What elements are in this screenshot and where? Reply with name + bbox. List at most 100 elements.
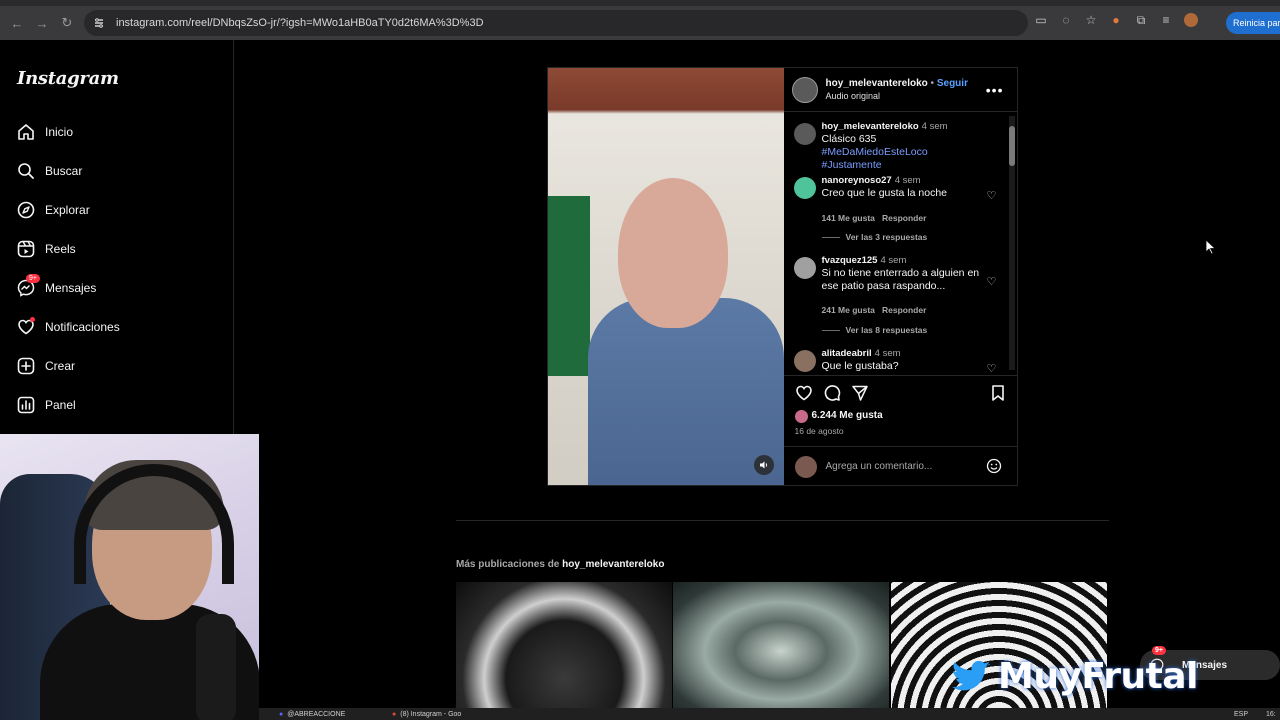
extension-orange-icon[interactable]: ● <box>1109 13 1123 27</box>
eye-off-icon[interactable]: ◌ <box>1059 13 1073 27</box>
extensions-icon[interactable]: ⧉ <box>1134 13 1148 27</box>
taskbar-clock[interactable]: 16: <box>1266 709 1276 720</box>
sidebar-item-notificaciones[interactable]: Notificaciones <box>16 315 120 339</box>
instagram-logo[interactable]: Instagram <box>17 68 119 89</box>
comment-username[interactable]: fvazquez125 <box>822 255 878 266</box>
comment-item: nanoreynoso27 4 sem Creo que le gusta la … <box>793 175 999 255</box>
comments-list[interactable]: hoy_melevantereloko 4 sem Clásico 635 #Me… <box>784 113 1018 375</box>
taskbar-chrome[interactable]: ● (8) Instagram - Goo <box>392 709 461 720</box>
save-bookmark-icon[interactable] <box>989 384 1007 402</box>
comment-username[interactable]: alitadeabril <box>822 348 872 359</box>
audio-link[interactable]: Audio original <box>826 91 881 101</box>
messages-badge: 9+ <box>1152 646 1166 655</box>
address-bar[interactable]: instagram.com/reel/DNbqsZsO-jr/?igsh=MWo… <box>84 10 1028 36</box>
comment-text: Creo que le gusta la noche <box>821 187 948 199</box>
reel-post: hoy_melevantereloko • Seguir Audio origi… <box>547 67 1018 486</box>
like-heart-icon[interactable] <box>795 384 813 402</box>
restart-button[interactable]: Reinicia para <box>1226 12 1280 34</box>
reels-icon <box>16 239 36 259</box>
reload-button[interactable]: ↻ <box>56 12 78 34</box>
comment-item: fvazquez125 4 sem Si no tiene enterrado a… <box>793 255 999 335</box>
reading-list-icon[interactable]: ≡ <box>1159 13 1173 27</box>
speaker-icon <box>759 461 767 469</box>
share-send-icon[interactable] <box>851 384 869 402</box>
more-post-thumbnail[interactable] <box>456 582 672 720</box>
comment-text: Si no tiene enterrado a alguien en ese p… <box>821 267 980 292</box>
twitter-bird-icon <box>952 660 991 690</box>
comment-like-heart-icon[interactable]: ♡ <box>987 189 999 202</box>
comment-avatar[interactable] <box>793 177 816 199</box>
sidebar-item-label: Mensajes <box>45 281 97 295</box>
stream-watermark: MuyFrutal <box>952 656 1198 697</box>
sidebar-item-label: Notificaciones <box>45 320 120 334</box>
comment-likes[interactable]: 141 Me gusta <box>822 213 875 223</box>
more-options-icon[interactable]: ••• <box>986 82 1004 98</box>
comment-text: Que le gustaba? <box>821 360 899 372</box>
more-posts-username[interactable]: hoy_melevantereloko <box>562 559 664 570</box>
reply-button[interactable]: Responder <box>882 213 926 223</box>
comment-item: alitadeabril 4 sem Que le gustaba? ♡ <box>793 348 999 375</box>
profile-avatar[interactable] <box>1184 13 1198 27</box>
more-post-thumbnail[interactable] <box>673 582 889 720</box>
comment-like-heart-icon[interactable]: ♡ <box>987 362 999 375</box>
comment-input[interactable]: Agrega un comentario... <box>826 461 933 472</box>
mute-button[interactable] <box>753 455 774 475</box>
more-posts-heading: Más publicaciones de hoy_melevantereloko <box>456 559 665 570</box>
os-taskbar: ● @ABREACCIONE ● (8) Instagram - Goo ESP 1… <box>259 708 1280 720</box>
comment-avatar[interactable] <box>793 350 816 372</box>
sidebar-item-label: Explorar <box>45 203 90 217</box>
search-icon <box>16 161 36 181</box>
cast-icon[interactable]: ▭ <box>1034 13 1048 27</box>
sidebar-item-label: Reels <box>45 242 76 256</box>
comment-likes[interactable]: 241 Me gusta <box>822 305 875 315</box>
hashtag-link[interactable]: #MeDaMiedoEsteLoco <box>822 146 928 158</box>
messages-badge: 9+ <box>26 274 40 283</box>
sidebar-item-label: Panel <box>45 398 76 412</box>
comment-like-heart-icon[interactable]: ♡ <box>987 275 999 288</box>
mouse-cursor-icon <box>1205 239 1215 255</box>
more-post-thumbnail[interactable] <box>891 582 1107 720</box>
sidebar-item-label: Buscar <box>45 164 83 178</box>
sidebar-item-inicio[interactable]: Inicio <box>16 120 73 144</box>
taskbar-discord[interactable]: ● @ABREACCIONE <box>279 709 345 720</box>
comments-scrollbar[interactable] <box>1009 116 1015 370</box>
sidebar-item-buscar[interactable]: Buscar <box>16 159 82 183</box>
caption: hoy_melevantereloko 4 sem Clásico 635 #Me… <box>793 121 999 171</box>
forward-button[interactable]: → <box>31 12 53 34</box>
hashtag-link[interactable]: #Justamente <box>822 159 882 171</box>
author-avatar[interactable] <box>791 77 818 103</box>
sidebar-item-reels[interactable]: Reels <box>16 237 76 261</box>
comment-avatar[interactable] <box>793 257 816 279</box>
site-info-icon[interactable] <box>92 16 106 30</box>
view-replies-button[interactable]: Ver las 3 respuestas <box>821 232 927 242</box>
current-user-avatar <box>794 456 817 478</box>
comment-username[interactable]: nanoreynoso27 <box>822 175 892 186</box>
view-replies-button[interactable]: Ver las 8 respuestas <box>821 325 927 335</box>
reel-video[interactable] <box>548 68 784 485</box>
follow-button[interactable]: Seguir <box>937 78 968 89</box>
browser-toolbar: ← → ↻ instagram.com/reel/DNbqsZsO-jr/?ig… <box>0 6 1280 40</box>
reply-button[interactable]: Responder <box>882 305 926 315</box>
chart-icon <box>16 395 36 415</box>
back-button[interactable]: ← <box>6 12 28 34</box>
sidebar-item-label: Crear <box>45 359 76 373</box>
post-actions: 6.244 Me gusta 16 de agosto <box>783 375 1018 445</box>
sidebar-item-crear[interactable]: Crear <box>16 354 75 378</box>
section-divider <box>456 520 1109 521</box>
emoji-icon[interactable] <box>986 458 1002 474</box>
compass-icon <box>16 200 36 220</box>
bookmark-star-icon[interactable]: ☆ <box>1084 13 1098 27</box>
comment-bubble-icon[interactable] <box>823 384 841 402</box>
messenger-icon: 9+ <box>16 274 40 298</box>
sidebar-item-panel[interactable]: Panel <box>16 393 76 417</box>
liker-avatar <box>794 410 808 423</box>
sidebar-item-mensajes[interactable]: 9+ Mensajes <box>16 274 97 300</box>
streamer-webcam <box>0 434 259 720</box>
author-username[interactable]: hoy_melevantereloko <box>826 78 928 89</box>
taskbar-language[interactable]: ESP <box>1234 709 1248 720</box>
heart-icon <box>16 317 36 337</box>
sidebar-item-explorar[interactable]: Explorar <box>16 198 90 222</box>
caption-avatar[interactable] <box>793 123 816 145</box>
like-count[interactable]: 6.244 Me gusta <box>812 410 883 421</box>
home-icon <box>16 122 36 142</box>
